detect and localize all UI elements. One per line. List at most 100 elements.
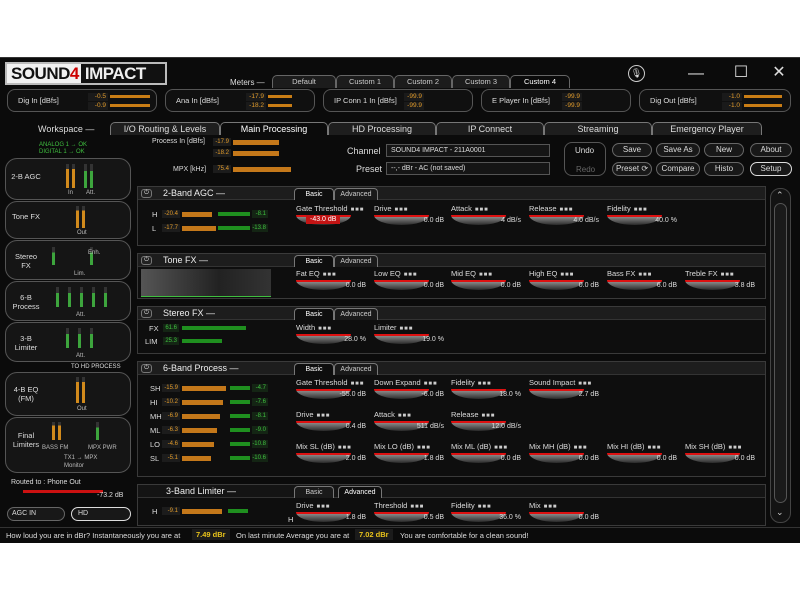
tab-main-processing[interactable]: Main Processing <box>220 122 328 135</box>
band-level-bar <box>182 414 220 419</box>
signal-chain-sidebar: ANALOG 1 → OK DIGITAL 1 → OK 2-B AGC In A… <box>5 139 132 527</box>
block-4b-eq[interactable]: 4-B EQ (FM) Out <box>5 372 131 416</box>
fat-eq-knob[interactable]: Fat EQ ■■■ 0.0 dB <box>296 269 366 299</box>
process-in-label: Process In [dBfs] <box>152 138 205 145</box>
fidelity-knob[interactable]: Fidelity ■■■ 18.0 % <box>451 378 521 408</box>
tab-io-routing[interactable]: I/O Routing & Levels <box>110 122 220 135</box>
about-button[interactable]: About <box>750 143 792 157</box>
power-icon[interactable]: ⏻ <box>141 256 152 265</box>
redo-button[interactable]: Redo <box>576 165 595 174</box>
minimize-button[interactable]: — <box>683 66 709 82</box>
tab-streaming[interactable]: Streaming <box>544 122 652 135</box>
close-button[interactable]: ✕ <box>766 65 792 81</box>
band-label: HI <box>150 398 158 407</box>
attack-knob[interactable]: Attack ■■■ 4 dB/s <box>451 204 521 234</box>
release-knob[interactable]: Release ■■■ 12.0 dB/s <box>451 410 521 440</box>
mix-ml-knob[interactable]: Mix ML (dB) ■■■ 0.0 dB <box>451 442 521 472</box>
hd-button[interactable]: HD <box>71 507 131 521</box>
compare-button[interactable]: Compare <box>656 162 700 176</box>
block-tone-fx[interactable]: Tone FX Out <box>5 201 131 239</box>
fidelity-knob[interactable]: Fidelity ■■■ 40.0 % <box>607 204 677 234</box>
tab-meters-custom4[interactable]: Custom 4 <box>510 75 570 88</box>
agc-in-button[interactable]: AGC IN <box>7 507 65 521</box>
tab-hd-processing[interactable]: HD Processing <box>328 122 436 135</box>
save-as-button[interactable]: Save As <box>656 143 700 157</box>
gate-threshold-knob[interactable]: Gate Threshold ■■■ -55.0 dB <box>296 378 366 408</box>
mpx-value: 75.4 <box>213 165 231 173</box>
block-6b-process[interactable]: 6-B Process Att. <box>5 281 131 321</box>
block-agc[interactable]: 2-B AGC In Att. <box>5 158 131 200</box>
attack-knob[interactable]: Attack ■■■ 511 dB/s <box>374 410 444 440</box>
tab-advanced[interactable]: Advanced <box>334 255 378 267</box>
tab-advanced[interactable]: Advanced <box>334 308 378 320</box>
treble-fx-knob[interactable]: Treble FX ■■■ 3.8 dB <box>685 269 755 299</box>
channel-field[interactable]: SOUND4 IMPACT - 211A0001 <box>386 144 550 157</box>
power-icon[interactable]: ⏻ <box>141 364 152 373</box>
mpx-label: MPX [kHz] <box>173 166 207 173</box>
band-level-bar <box>182 400 223 405</box>
meters-label: Meters — <box>230 78 265 87</box>
scroll-thumb[interactable] <box>774 203 787 503</box>
tab-ip-connect[interactable]: IP Connect <box>436 122 544 135</box>
digital-status: DIGITAL 1 → OK <box>39 149 85 155</box>
tab-meters-custom2[interactable]: Custom 2 <box>394 75 452 88</box>
down-expand-knob[interactable]: Down Expand ■■■ -6.0 dB <box>374 378 444 408</box>
vertical-scrollbar[interactable]: ⌃ ⌄ <box>770 188 791 523</box>
band-level-bar <box>182 386 226 391</box>
bass-fx-knob[interactable]: Bass FX ■■■ 6.0 dB <box>607 269 677 299</box>
monitor-level-bar[interactable] <box>23 490 103 493</box>
drive-knob[interactable]: Drive ■■■ 0.0 dB <box>374 204 444 234</box>
tab-basic[interactable]: Basic <box>294 308 334 320</box>
width-knob[interactable]: Width ■■■ 28.0 % <box>296 323 366 353</box>
setup-button[interactable]: Setup <box>750 162 792 176</box>
preset-button[interactable]: Preset ⟳ <box>612 162 652 176</box>
mix-mh-knob[interactable]: Mix MH (dB) ■■■ 0.0 dB <box>529 442 599 472</box>
release-knob[interactable]: Release ■■■ 4.0 dB/s <box>529 204 599 234</box>
tab-basic[interactable]: Basic <box>294 255 334 267</box>
tab-basic[interactable]: Basic <box>294 363 334 375</box>
tab-advanced[interactable]: Advanced <box>334 188 378 200</box>
band-level: -6.9 <box>162 412 180 420</box>
mid-eq-knob[interactable]: Mid EQ ■■■ 0.0 dB <box>451 269 521 299</box>
panel-title: 3-Band Limiter — <box>166 486 237 496</box>
app-window: SOUND4 IMPACT 🎙 — ☐ ✕ Meters — Default C… <box>0 57 800 543</box>
block-3b-limiter[interactable]: 3-B Limiter Att. <box>5 322 131 362</box>
block-final-limiters[interactable]: Final Limiters BASS FM MPX PWR TX1 → MPX … <box>5 417 131 473</box>
low-eq-knob[interactable]: Low EQ ■■■ 0.0 dB <box>374 269 444 299</box>
mix-lo-knob[interactable]: Mix LO (dB) ■■■ 1.8 dB <box>374 442 444 472</box>
undo-button[interactable]: Undo <box>575 146 594 155</box>
limiter-knob[interactable]: Limiter ■■■ 19.0 % <box>374 323 444 353</box>
scroll-up-icon[interactable]: ⌃ <box>776 190 784 201</box>
tab-meters-custom1[interactable]: Custom 1 <box>336 75 394 88</box>
tab-meters-custom3[interactable]: Custom 3 <box>452 75 510 88</box>
band-label: LO <box>150 440 161 449</box>
mix-sl-knob[interactable]: Mix SL (dB) ■■■ 2.0 dB <box>296 442 366 472</box>
power-icon[interactable]: ⏻ <box>141 309 152 318</box>
new-button[interactable]: New <box>704 143 744 157</box>
band-gain-reduction: -9.0 <box>252 426 268 434</box>
power-icon[interactable]: ⏻ <box>141 189 152 198</box>
block-stereo-fx[interactable]: Stereo FX Enh. Lim. <box>5 240 131 280</box>
stereo-lim-value: 25.3 <box>163 337 179 345</box>
sound-impact-knob[interactable]: Sound Impact ■■■ 2.7 dB <box>529 378 599 408</box>
tab-emergency-player[interactable]: Emergency Player <box>652 122 762 135</box>
tab-basic[interactable]: Basic <box>294 486 334 498</box>
mix-sh-knob[interactable]: Mix SH (dB) ■■■ 0.0 dB <box>685 442 755 472</box>
tab-advanced[interactable]: Advanced <box>334 363 378 375</box>
gate-threshold-knob[interactable]: Gate Threshold ■■■ -43.0 dB <box>296 204 366 234</box>
tab-basic[interactable]: Basic <box>294 188 334 200</box>
mix-hi-knob[interactable]: Mix HI (dB) ■■■ 0.0 dB <box>607 442 677 472</box>
preset-field[interactable]: --,- dBr - AC (not saved) <box>386 162 550 175</box>
high-eq-knob[interactable]: High EQ ■■■ 0.0 dB <box>529 269 599 299</box>
tab-advanced[interactable]: Advanced <box>338 486 382 498</box>
maximize-button[interactable]: ☐ <box>728 65 754 81</box>
mic-off-icon[interactable]: 🎙 <box>628 65 645 82</box>
band-gr-bar <box>230 386 250 390</box>
agc-h-gr: -8.1 <box>252 210 268 218</box>
save-button[interactable]: Save <box>612 143 652 157</box>
tab-meters-default[interactable]: Default <box>272 75 336 88</box>
scroll-down-icon[interactable]: ⌄ <box>776 507 784 518</box>
band-level: -10.2 <box>162 398 180 406</box>
histo-button[interactable]: Histo <box>704 162 744 176</box>
drive-knob[interactable]: Drive ■■■ 0.4 dB <box>296 410 366 440</box>
